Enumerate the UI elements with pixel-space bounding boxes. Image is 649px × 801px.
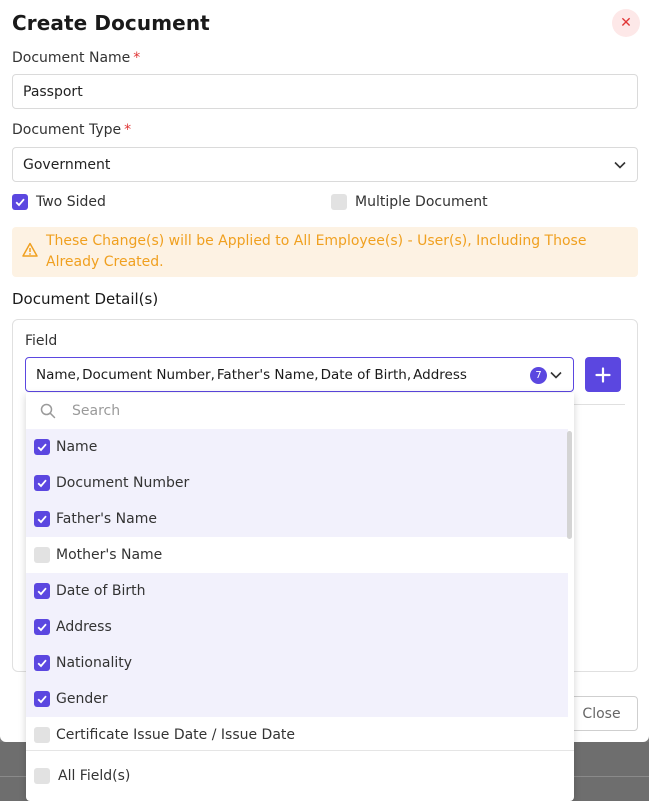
selected-field: Father's Name bbox=[216, 366, 315, 383]
dropdown-option-label: Mother's Name bbox=[56, 547, 163, 563]
field-label: Field bbox=[25, 333, 58, 349]
chevron-down-icon bbox=[614, 161, 626, 169]
selected-field: Date of Birth bbox=[320, 366, 407, 383]
plus-icon bbox=[595, 366, 611, 383]
warning-icon bbox=[22, 242, 38, 257]
separator: , bbox=[406, 366, 412, 383]
warning-text: These Change(s) will be Applied to All E… bbox=[46, 233, 587, 270]
dropdown-option[interactable]: Nationality bbox=[26, 645, 568, 681]
close-button[interactable]: Close bbox=[565, 696, 638, 731]
all-fields-label: All Field(s) bbox=[58, 768, 131, 784]
selected-field: Document Number bbox=[82, 366, 211, 383]
dropdown-option[interactable]: Father's Name bbox=[26, 501, 568, 537]
separator: , bbox=[75, 366, 81, 383]
document-details-title: Document Detail(s) bbox=[12, 290, 159, 308]
warning-banner: These Change(s) will be Applied to All E… bbox=[12, 227, 638, 277]
card-divider bbox=[574, 404, 625, 405]
document-type-value: Government bbox=[23, 156, 111, 173]
field-dropdown-menu: Search Name Document Number Father's Name M… bbox=[26, 393, 574, 801]
dropdown-option[interactable]: Date of Birth bbox=[26, 573, 568, 609]
document-type-select[interactable]: Government bbox=[12, 147, 638, 182]
multiple-document-checkbox[interactable]: Multiple Document bbox=[331, 194, 488, 210]
separator: , bbox=[314, 366, 319, 383]
checkbox-checked-icon bbox=[12, 194, 28, 210]
add-field-button[interactable] bbox=[585, 357, 621, 392]
all-fields-checkbox[interactable]: All Field(s) bbox=[26, 750, 574, 801]
dropdown-option-label: Date of Birth bbox=[56, 583, 146, 599]
selected-field: Address bbox=[413, 366, 467, 383]
checkbox-checked-icon bbox=[34, 619, 50, 635]
checkbox-checked-icon bbox=[34, 583, 50, 599]
checkbox-unchecked-icon bbox=[34, 768, 50, 784]
checkbox-checked-icon bbox=[34, 655, 50, 671]
dropdown-option[interactable]: Gender bbox=[26, 681, 568, 717]
selected-count-badge: 7 bbox=[530, 367, 547, 384]
dropdown-option[interactable]: Address bbox=[26, 609, 568, 645]
checkbox-checked-icon bbox=[34, 439, 50, 455]
dropdown-option[interactable]: Document Number bbox=[26, 465, 568, 501]
close-icon[interactable]: ✕ bbox=[612, 9, 640, 37]
required-mark: * bbox=[124, 122, 132, 138]
required-mark: * bbox=[133, 50, 141, 66]
search-icon bbox=[40, 403, 56, 419]
checkbox-unchecked-icon bbox=[331, 194, 347, 210]
dropdown-option-label: Nationality bbox=[56, 655, 133, 671]
dropdown-option-label: Gender bbox=[56, 691, 108, 707]
dropdown-option-label: Document Number bbox=[56, 475, 190, 491]
search-input: Search bbox=[72, 403, 121, 419]
two-sided-checkbox[interactable]: Two Sided bbox=[12, 194, 106, 210]
dropdown-option[interactable]: Mother's Name bbox=[26, 537, 568, 573]
document-name-label: Document Name * bbox=[12, 50, 141, 66]
dropdown-option-label: Certificate Issue Date / Issue Date bbox=[56, 727, 296, 743]
modal-title: Create Document bbox=[12, 11, 210, 35]
two-sided-label: Two Sided bbox=[36, 194, 106, 210]
dropdown-option[interactable]: Certificate Issue Date / Issue Date bbox=[26, 717, 568, 753]
separator: , bbox=[210, 366, 215, 383]
dropdown-option-label: Name bbox=[56, 439, 98, 455]
selected-field: Name bbox=[36, 366, 76, 383]
chevron-down-icon bbox=[550, 371, 562, 379]
dropdown-scrollbar[interactable] bbox=[567, 431, 572, 539]
document-name-input[interactable]: Passport bbox=[12, 74, 638, 109]
dropdown-option[interactable]: Name bbox=[26, 429, 568, 465]
multiple-document-label: Multiple Document bbox=[355, 194, 488, 210]
checkbox-unchecked-icon bbox=[34, 727, 50, 743]
checkbox-unchecked-icon bbox=[34, 547, 50, 563]
checkbox-checked-icon bbox=[34, 511, 50, 527]
dropdown-search[interactable]: Search bbox=[26, 393, 574, 429]
dropdown-option-label: Father's Name bbox=[56, 511, 157, 527]
document-type-label: Document Type * bbox=[12, 122, 132, 138]
checkbox-checked-icon bbox=[34, 691, 50, 707]
field-multiselect[interactable]: Name, Document Number, Father's Name, Da… bbox=[25, 357, 574, 392]
checkbox-checked-icon bbox=[34, 475, 50, 491]
dropdown-option-label: Address bbox=[56, 619, 112, 635]
dropdown-options-list: Name Document Number Father's Name Mother's… bbox=[26, 429, 568, 753]
